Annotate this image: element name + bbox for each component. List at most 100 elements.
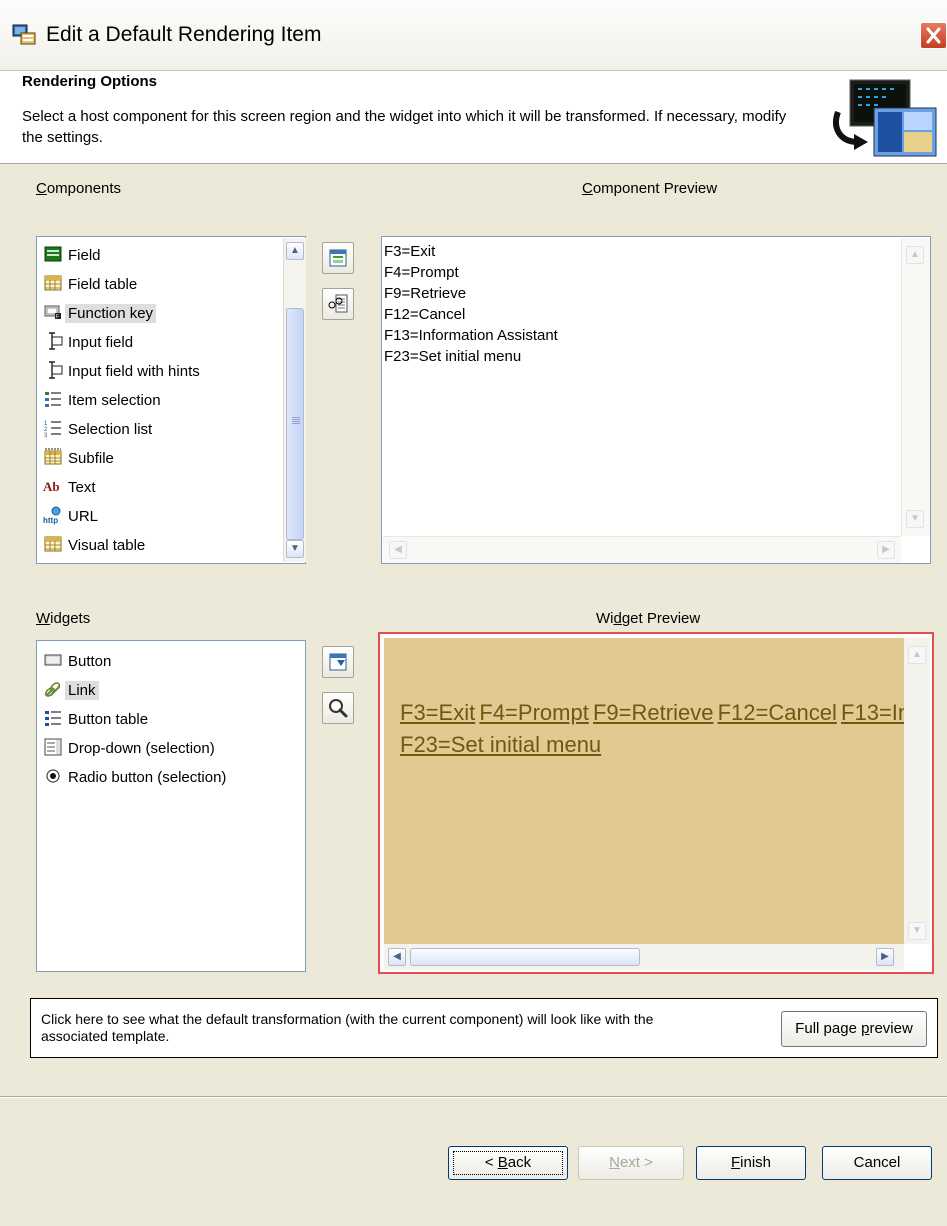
scroll-down-button[interactable]: ▼ [286, 540, 304, 558]
svg-text:F: F [56, 314, 59, 320]
next-button[interactable]: Next > [578, 1146, 684, 1180]
widget-item-label: Link [65, 681, 99, 700]
component-item[interactable]: Input field [43, 330, 136, 356]
full-page-preview-button[interactable]: Full page preview [781, 1011, 927, 1047]
component-item[interactable]: Field [43, 243, 104, 269]
scroll-down-button: ▼ [906, 510, 924, 528]
text-cursor-icon [43, 331, 63, 351]
component-item[interactable]: Ab Text [43, 475, 99, 501]
function-key-link[interactable]: F3=Exit [400, 700, 475, 725]
widgets-label: Widgets [36, 610, 91, 627]
link-icon [43, 679, 63, 699]
widget-item-label: Radio button (selection) [68, 769, 227, 786]
widgets-list[interactable]: Button Link Button table Drop-down (selecti… [36, 640, 306, 972]
components-scrollbar[interactable]: ▲ ▼ [283, 238, 306, 562]
component-item-label: Input field [68, 334, 134, 351]
scroll-thumb[interactable] [286, 308, 304, 540]
text-ab-icon: Ab [43, 476, 63, 496]
full-page-preview-box: Click here to see what the default trans… [30, 998, 938, 1058]
widget-settings-button[interactable] [322, 646, 354, 678]
preview-line: F12=Cancel [384, 306, 466, 323]
preview-line: F3=Exit [384, 243, 436, 260]
component-preview-label: Component Preview [582, 180, 718, 197]
widget-zoom-button[interactable] [322, 692, 354, 724]
close-icon [926, 27, 941, 44]
component-item[interactable]: Input field with hints [43, 359, 203, 385]
radio-icon [43, 766, 63, 786]
component-item[interactable]: Visual table [43, 533, 148, 559]
preview-line: F9=Retrieve [384, 285, 467, 302]
component-properties-button[interactable] [322, 288, 354, 320]
component-preview-pane: F3=Exit F4=Prompt F9=Retrieve F12=Cancel F13… [381, 236, 931, 564]
hscroll-thumb[interactable] [410, 948, 640, 966]
scroll-right-button: ▶ [877, 541, 895, 559]
component-item-label: URL [68, 508, 99, 525]
cancel-button[interactable]: Cancel [822, 1146, 932, 1180]
component-item-label: Selection list [68, 421, 153, 438]
widget-preview-links: F3=Exit F4=Prompt F9=Retrieve F12=Cancel… [400, 700, 904, 726]
page-description: Select a host component for this screen … [22, 108, 787, 146]
component-item[interactable]: Subfile [43, 446, 117, 472]
preview-line: F13=Information Assistant [384, 327, 558, 344]
function-key-link[interactable]: F13=Information Assistant [841, 700, 904, 725]
function-key-icon: F [43, 302, 63, 322]
component-item[interactable]: Field table [43, 272, 140, 298]
component-item[interactable]: Item selection [43, 388, 164, 414]
widget-item-label: Button table [68, 711, 149, 728]
button-table-icon [43, 708, 63, 728]
table-icon [43, 273, 63, 293]
component-item[interactable]: F Function key [43, 301, 157, 327]
magnifier-icon [329, 699, 348, 718]
component-preview-text: F3=Exit F4=Prompt F9=Retrieve F12=Cancel F13… [384, 241, 558, 367]
widget-preview-canvas: F3=Exit F4=Prompt F9=Retrieve F12=Cancel… [384, 638, 904, 944]
component-settings-button[interactable] [322, 242, 354, 274]
back-button[interactable]: < Back [448, 1146, 568, 1180]
svg-text:http: http [43, 516, 58, 525]
glasses-document-icon [328, 294, 348, 313]
svg-text:Ab: Ab [43, 479, 60, 494]
numbered-list-icon: 123 [43, 418, 63, 439]
component-item-label: Text [68, 479, 96, 496]
function-key-link[interactable]: F4=Prompt [479, 700, 588, 725]
item-selection-icon [43, 389, 63, 409]
component-item-label: Input field with hints [68, 363, 200, 380]
dropdown-icon [43, 737, 63, 757]
widget-item[interactable]: Link [43, 678, 99, 704]
widget-item[interactable]: Button table [43, 707, 151, 733]
component-preview-hscroll: ◀ ▶ [383, 536, 901, 563]
scroll-up-button[interactable]: ▲ [286, 242, 304, 260]
widget-item-label: Button [68, 653, 112, 670]
app-icon [12, 24, 36, 45]
widget-preview-hscroll[interactable]: ◀ ▶ [384, 944, 904, 970]
component-item-label: Item selection [68, 392, 161, 409]
function-key-link[interactable]: F12=Cancel [718, 700, 837, 725]
page-title: Rendering Options [22, 73, 157, 90]
button-icon [43, 650, 63, 670]
full-page-preview-description: Click here to see what the default trans… [41, 1011, 654, 1044]
widget-item[interactable]: Button [43, 649, 114, 675]
table-icon [43, 534, 63, 554]
scroll-up-button: ▲ [908, 646, 926, 664]
scroll-right-button[interactable]: ▶ [876, 948, 894, 966]
component-item-label: Field [68, 247, 101, 264]
scroll-left-button[interactable]: ◀ [388, 948, 406, 966]
component-item-label: Visual table [68, 537, 146, 554]
widget-item[interactable]: Radio button (selection) [43, 765, 229, 791]
preview-line: F4=Prompt [384, 264, 459, 281]
function-key-link[interactable]: F23=Set initial menu [400, 732, 601, 757]
components-list[interactable]: Field Field table F Function key Input field… [36, 236, 306, 564]
component-preview-vscroll: ▲ ▼ [901, 238, 930, 536]
components-label: Components [36, 180, 122, 197]
text-cursor-icon [43, 360, 63, 380]
close-button[interactable] [920, 22, 947, 49]
http-icon: http [43, 505, 63, 525]
widget-settings-icon [329, 653, 347, 671]
widget-preview-label: Widget Preview [596, 610, 701, 627]
finish-button[interactable]: Finish [696, 1146, 806, 1180]
component-item[interactable]: http URL [43, 504, 101, 530]
function-key-link[interactable]: F9=Retrieve [593, 700, 713, 725]
widget-item-label: Drop-down (selection) [68, 740, 215, 757]
svg-text:3: 3 [44, 433, 48, 438]
widget-item[interactable]: Drop-down (selection) [43, 736, 218, 762]
component-item[interactable]: 1 2 3 Selection list [43, 417, 155, 443]
